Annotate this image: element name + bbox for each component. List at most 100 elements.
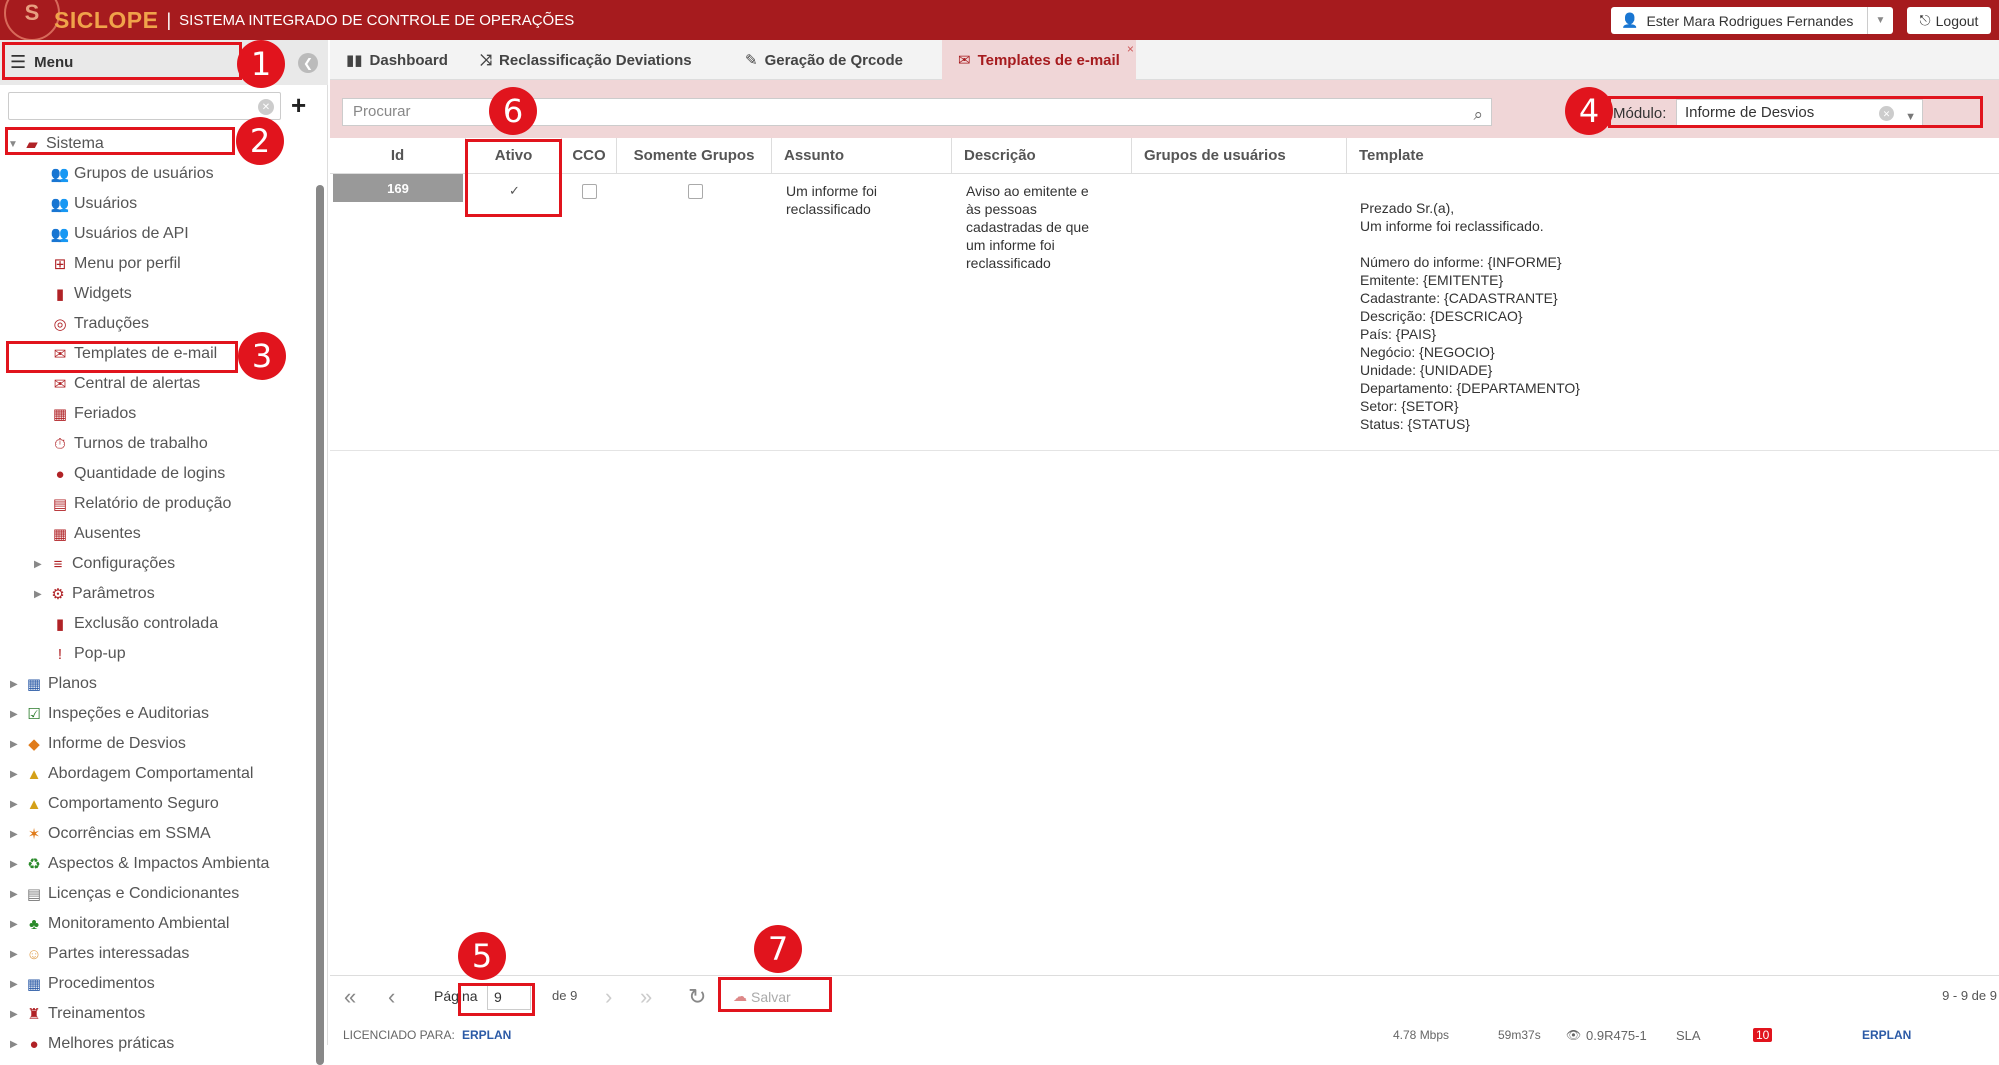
row-id[interactable]: 169 — [333, 174, 463, 202]
menu-label: Menu — [34, 54, 74, 71]
expand-arrow-icon[interactable]: ▶ — [10, 679, 24, 690]
erplan-logo-right: ERPLAN — [1862, 1028, 1912, 1042]
refresh-icon[interactable]: ↻ — [688, 984, 706, 1010]
col-grupos-usuarios[interactable]: Grupos de usuários — [1132, 138, 1347, 174]
col-template[interactable]: Template — [1347, 138, 1999, 174]
sidebar-item-licencas[interactable]: ▶ ▤ Licenças e Condicionantes — [10, 880, 239, 908]
col-somente-grupos[interactable]: Somente Grupos — [617, 138, 772, 174]
modulo-select[interactable]: Informe de Desvios ✕ ▼ — [1676, 99, 1923, 127]
expand-arrow-icon[interactable]: ▶ — [10, 919, 24, 930]
grid-header: Id Ativo CCO Somente Grupos Assunto Desc… — [330, 138, 1999, 174]
col-cco[interactable]: CCO — [562, 138, 617, 174]
warning-icon: ◆ — [28, 736, 40, 753]
expand-arrow-icon[interactable]: ▶ — [10, 1039, 24, 1050]
sidebar-search-input[interactable]: ✕ — [8, 92, 281, 120]
sidebar-item-sistema[interactable]: ▼ ▰ Sistema — [8, 130, 104, 158]
user-menu[interactable]: 👤 Ester Mara Rodrigues Fernandes ▼ — [1611, 7, 1893, 34]
expand-arrow-icon[interactable]: ▶ — [10, 979, 24, 990]
col-descricao[interactable]: Descrição — [952, 138, 1132, 174]
page-input[interactable]: 9 — [487, 984, 531, 1010]
next-page-icon[interactable]: › — [605, 984, 612, 1010]
sidebar-scrollbar[interactable] — [316, 185, 324, 1065]
sidebar-item-monitoramento[interactable]: ▶ ♣ Monitoramento Ambiental — [10, 910, 229, 938]
expand-arrow-icon[interactable]: ▶ — [10, 709, 24, 720]
sidebar-item-aspectos[interactable]: ▶ ♻ Aspectos & Impactos Ambienta — [10, 850, 269, 878]
sidebar-item-grupos-usuarios[interactable]: 👥 Grupos de usuários — [50, 160, 214, 188]
sidebar-item-abordagem[interactable]: ▶ ▲ Abordagem Comportamental — [10, 760, 253, 788]
expand-arrow-icon[interactable]: ▶ — [10, 769, 24, 780]
expand-arrow-icon[interactable]: ▶ — [34, 589, 48, 600]
expand-arrow-icon[interactable]: ▶ — [10, 739, 24, 750]
close-icon[interactable]: × — [1127, 42, 1134, 56]
expand-arrow-icon[interactable]: ▶ — [10, 1009, 24, 1020]
erplan-logo: ERPLAN — [462, 1028, 512, 1042]
expand-arrow-icon[interactable]: ▶ — [34, 559, 48, 570]
tab-templates-email[interactable]: ✉ Templates de e-mail × — [942, 40, 1136, 80]
sidebar-item-traducoes[interactable]: ◎ Traduções — [50, 310, 149, 338]
expand-arrow-icon[interactable]: ▶ — [10, 799, 24, 810]
sidebar-item-procedimentos[interactable]: ▶ ▦ Procedimentos — [10, 970, 155, 998]
sidebar-item-treinamentos[interactable]: ▶ ♜ Treinamentos — [10, 1000, 145, 1028]
chevron-down-icon[interactable]: ▼ — [1867, 7, 1893, 34]
brand-name: SICLOPE — [54, 6, 159, 33]
sidebar-item-exclusao[interactable]: ▮ Exclusão controlada — [50, 610, 218, 638]
clear-icon[interactable]: ✕ — [1879, 106, 1894, 121]
sidebar-item-menu-perfil[interactable]: ⊞ Menu por perfil — [50, 250, 181, 278]
sidebar-item-label: Monitoramento Ambiental — [48, 915, 230, 932]
sidebar-item-planos[interactable]: ▶ ▦ Planos — [10, 670, 97, 698]
clear-icon[interactable]: ✕ — [258, 99, 274, 115]
sidebar-item-ocorrencias[interactable]: ▶ ✶ Ocorrências em SSMA — [10, 820, 211, 848]
info-icon: ● — [55, 465, 65, 483]
logout-button[interactable]: ⎋ Logout — [1907, 7, 1991, 34]
chevron-down-icon[interactable]: ▼ — [1905, 104, 1916, 130]
sidebar-item-feriados[interactable]: ▦ Feriados — [50, 400, 136, 428]
sidebar-item-ausentes[interactable]: ▦ Ausentes — [50, 520, 141, 548]
sidebar-item-qtd-logins[interactable]: ● Quantidade de logins — [50, 460, 225, 488]
last-page-icon[interactable]: » — [640, 984, 652, 1010]
sidebar-item-usuarios-api[interactable]: 👥 Usuários de API — [50, 220, 189, 248]
expand-arrow-icon[interactable]: ▶ — [10, 949, 24, 960]
expand-arrow-icon[interactable]: ▶ — [10, 829, 24, 840]
sidebar-item-melhores-praticas[interactable]: ▶ ● Melhores práticas — [10, 1030, 174, 1058]
sidebar-item-parametros[interactable]: ▶ ⚙ Parâmetros — [34, 580, 155, 608]
expand-arrow-icon[interactable]: ▶ — [10, 859, 24, 870]
first-page-icon[interactable]: « — [344, 984, 356, 1010]
sidebar-item-usuarios[interactable]: 👥 Usuários — [50, 190, 137, 218]
sidebar-item-label: Grupos de usuários — [74, 165, 214, 182]
notification-badge[interactable]: 10 — [1753, 1028, 1773, 1042]
somente-grupos-checkbox[interactable] — [688, 184, 703, 199]
network-speed: 4.78 Mbps — [1393, 1028, 1450, 1042]
save-button[interactable]: ☁ Salvar — [733, 988, 791, 1005]
cco-checkbox[interactable] — [582, 184, 597, 199]
sla-dropdown[interactable]: SLA — [1676, 1028, 1701, 1043]
tab-qrcode[interactable]: ✎ Geração de Qrcode — [745, 40, 903, 80]
sidebar-item-widgets[interactable]: ▮ Widgets — [50, 280, 132, 308]
sidebar-item-turnos[interactable]: ⏱ Turnos de trabalho — [50, 430, 208, 458]
plan-icon: ▦ — [26, 676, 42, 693]
sidebar-item-templates-email[interactable]: ✉ Templates de e-mail — [50, 340, 217, 368]
col-id[interactable]: Id — [330, 138, 466, 174]
add-icon[interactable]: + — [291, 90, 306, 121]
expand-arrow-icon[interactable]: ▶ — [10, 889, 24, 900]
calendar-icon: ▦ — [52, 526, 68, 543]
expand-arrow-icon[interactable]: ▼ — [8, 139, 22, 150]
ativo-checkbox[interactable]: ✓ — [507, 184, 522, 199]
table-row[interactable]: 169 ✓ Um informe foi reclassificado Avis… — [330, 174, 1999, 451]
col-assunto[interactable]: Assunto — [772, 138, 952, 174]
calendar-icon: ▦ — [52, 406, 68, 423]
sidebar-item-popup[interactable]: ! Pop-up — [50, 640, 126, 668]
prev-page-icon[interactable]: ‹ — [388, 984, 395, 1010]
tab-reclassificacao[interactable]: ⤨ Reclassificação Deviations — [480, 40, 692, 80]
sidebar-item-configuracoes[interactable]: ▶ ≡ Configurações — [34, 550, 175, 578]
collapse-sidebar-icon[interactable]: ❮ — [298, 53, 318, 73]
sidebar-item-informe-desvios[interactable]: ▶ ◆ Informe de Desvios — [10, 730, 186, 758]
sidebar-item-partes[interactable]: ▶ ☺ Partes interessadas — [10, 940, 189, 968]
users-icon: 👥 — [50, 226, 70, 243]
sidebar-item-inspecoes[interactable]: ▶ ☑ Inspeções e Auditorias — [10, 700, 209, 728]
col-ativo[interactable]: Ativo — [466, 138, 562, 174]
sidebar-item-central-alertas[interactable]: ✉ Central de alertas — [50, 370, 201, 398]
tab-dashboard[interactable]: ▮▮ Dashboard — [346, 40, 448, 80]
sidebar-item-comportamento[interactable]: ▶ ▲ Comportamento Seguro — [10, 790, 219, 818]
search-icon[interactable]: ⌕ — [1473, 102, 1483, 128]
sidebar-item-relatorio-producao[interactable]: ▤ Relatório de produção — [50, 490, 232, 518]
